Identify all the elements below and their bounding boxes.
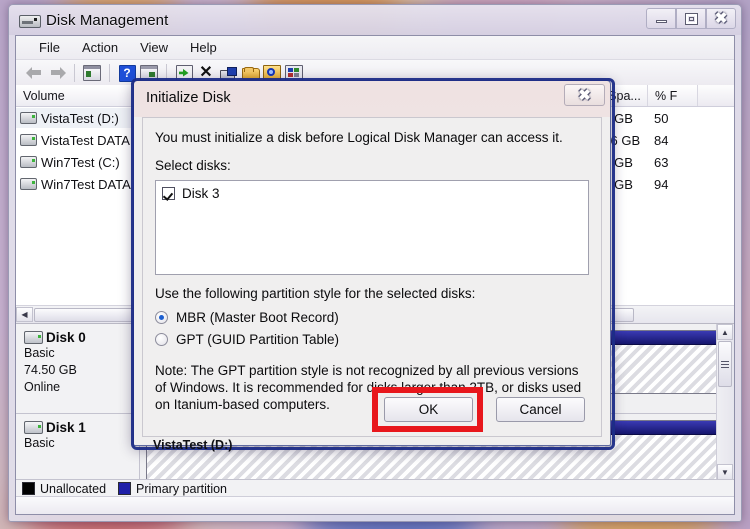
window-controls: ✖: [646, 8, 736, 29]
list-item[interactable]: Disk 3: [156, 181, 588, 201]
maximize-button[interactable]: [676, 8, 706, 29]
percent-free-value: 63: [654, 154, 669, 170]
radio-option-mbr[interactable]: MBR (Master Boot Record): [155, 310, 339, 325]
volume-icon: [20, 156, 37, 168]
disk-info-disk1: Disk 1 Basic: [16, 414, 140, 480]
disk-capacity: 74.50 GB: [24, 363, 77, 377]
legend-label: Primary partition: [136, 481, 228, 496]
legend-swatch-unallocated: [22, 482, 35, 495]
toolbar-separator: [109, 64, 110, 82]
window-titlebar[interactable]: Disk Management ✖: [9, 5, 741, 35]
menu-action[interactable]: Action: [71, 38, 129, 57]
forward-icon[interactable]: [46, 62, 68, 84]
volume-icon: [20, 178, 37, 190]
disk-panel-vertical-scrollbar[interactable]: ▲ ▼: [716, 324, 734, 480]
scrollbar-thumb[interactable]: [718, 341, 732, 387]
legend: Unallocated Primary partition: [16, 479, 734, 497]
menu-file[interactable]: File: [28, 38, 71, 57]
partition-style-label: Use the following partition style for th…: [155, 286, 476, 301]
legend-swatch-primary: [118, 482, 132, 495]
menu-view[interactable]: View: [129, 38, 179, 57]
disk-info-disk0: Disk 0 Basic 74.50 GB Online: [16, 324, 140, 413]
desktop-background: Disk Management ✖ File Action View Help: [0, 0, 750, 529]
volume-icon: [20, 134, 37, 146]
disk-name: Disk 0: [46, 330, 86, 345]
back-icon[interactable]: [24, 62, 46, 84]
properties-icon[interactable]: [81, 62, 103, 84]
ok-button[interactable]: OK: [384, 397, 473, 422]
disk-type: Basic: [24, 346, 55, 360]
dialog-body: You must initialize a disk before Logica…: [142, 117, 602, 437]
toolbar-separator: [74, 64, 75, 82]
radio-gpt-label: GPT (GUID Partition Table): [176, 332, 340, 347]
cancel-button[interactable]: Cancel: [496, 397, 585, 422]
percent-free-value: 94: [654, 176, 669, 192]
column-header-volume[interactable]: Volume: [16, 85, 142, 106]
partition-label: VistaTest (D:): [153, 438, 233, 452]
disk-icon: [24, 421, 43, 434]
dialog-intro-text: You must initialize a disk before Logica…: [155, 130, 563, 145]
dialog-titlebar[interactable]: Initialize Disk: [134, 81, 610, 114]
scroll-left-arrow-icon[interactable]: ◀: [16, 307, 33, 322]
radio-option-gpt[interactable]: GPT (GUID Partition Table): [155, 332, 339, 347]
disk-icon: [24, 331, 43, 344]
scrollbar-grip: [721, 360, 729, 368]
disk-management-icon: [19, 12, 41, 28]
menu-help[interactable]: Help: [179, 38, 228, 57]
dialog-title: Initialize Disk: [146, 89, 231, 106]
statusbar: [16, 496, 734, 514]
volume-name: Win7Test DATA: [41, 176, 131, 192]
scroll-down-arrow-icon[interactable]: ▼: [717, 464, 733, 480]
legend-label: Unallocated: [40, 481, 107, 496]
legend-item-unallocated: Unallocated: [22, 482, 106, 496]
window-title: Disk Management: [46, 11, 169, 29]
volume-name: VistaTest (D:): [41, 110, 119, 126]
disk-type: Basic: [24, 436, 55, 450]
radio-gpt-indicator[interactable]: [155, 333, 168, 346]
volume-name: VistaTest DATA: [41, 132, 130, 148]
disk-title: Disk 0: [24, 330, 139, 345]
disk-name: Disk 1: [46, 420, 86, 435]
disk-label: Disk 3: [182, 186, 220, 201]
legend-item-primary-partition: Primary partition: [118, 482, 227, 496]
volume-icon: [20, 112, 37, 124]
disk-selection-listbox[interactable]: Disk 3: [155, 180, 589, 275]
percent-free-value: 84: [654, 132, 669, 148]
percent-free-value: 50: [654, 110, 669, 126]
radio-mbr-label: MBR (Master Boot Record): [176, 310, 339, 325]
select-disks-label: Select disks:: [155, 158, 231, 173]
disk-title: Disk 1: [24, 420, 139, 435]
volume-name: Win7Test (C:): [41, 154, 120, 170]
scroll-up-arrow-icon[interactable]: ▲: [717, 324, 733, 340]
menubar: File Action View Help: [16, 36, 734, 60]
close-button[interactable]: ✖: [706, 8, 736, 29]
disk-status: Online: [24, 380, 61, 394]
minimize-button[interactable]: [646, 8, 676, 29]
column-header-percent-free[interactable]: % F: [648, 85, 698, 106]
initialize-disk-dialog: Initialize Disk ✖ You must initialize a …: [131, 78, 615, 450]
disk-checkbox[interactable]: [162, 187, 175, 200]
dialog-close-button[interactable]: ✖: [564, 84, 605, 106]
radio-mbr-indicator[interactable]: [155, 311, 168, 324]
